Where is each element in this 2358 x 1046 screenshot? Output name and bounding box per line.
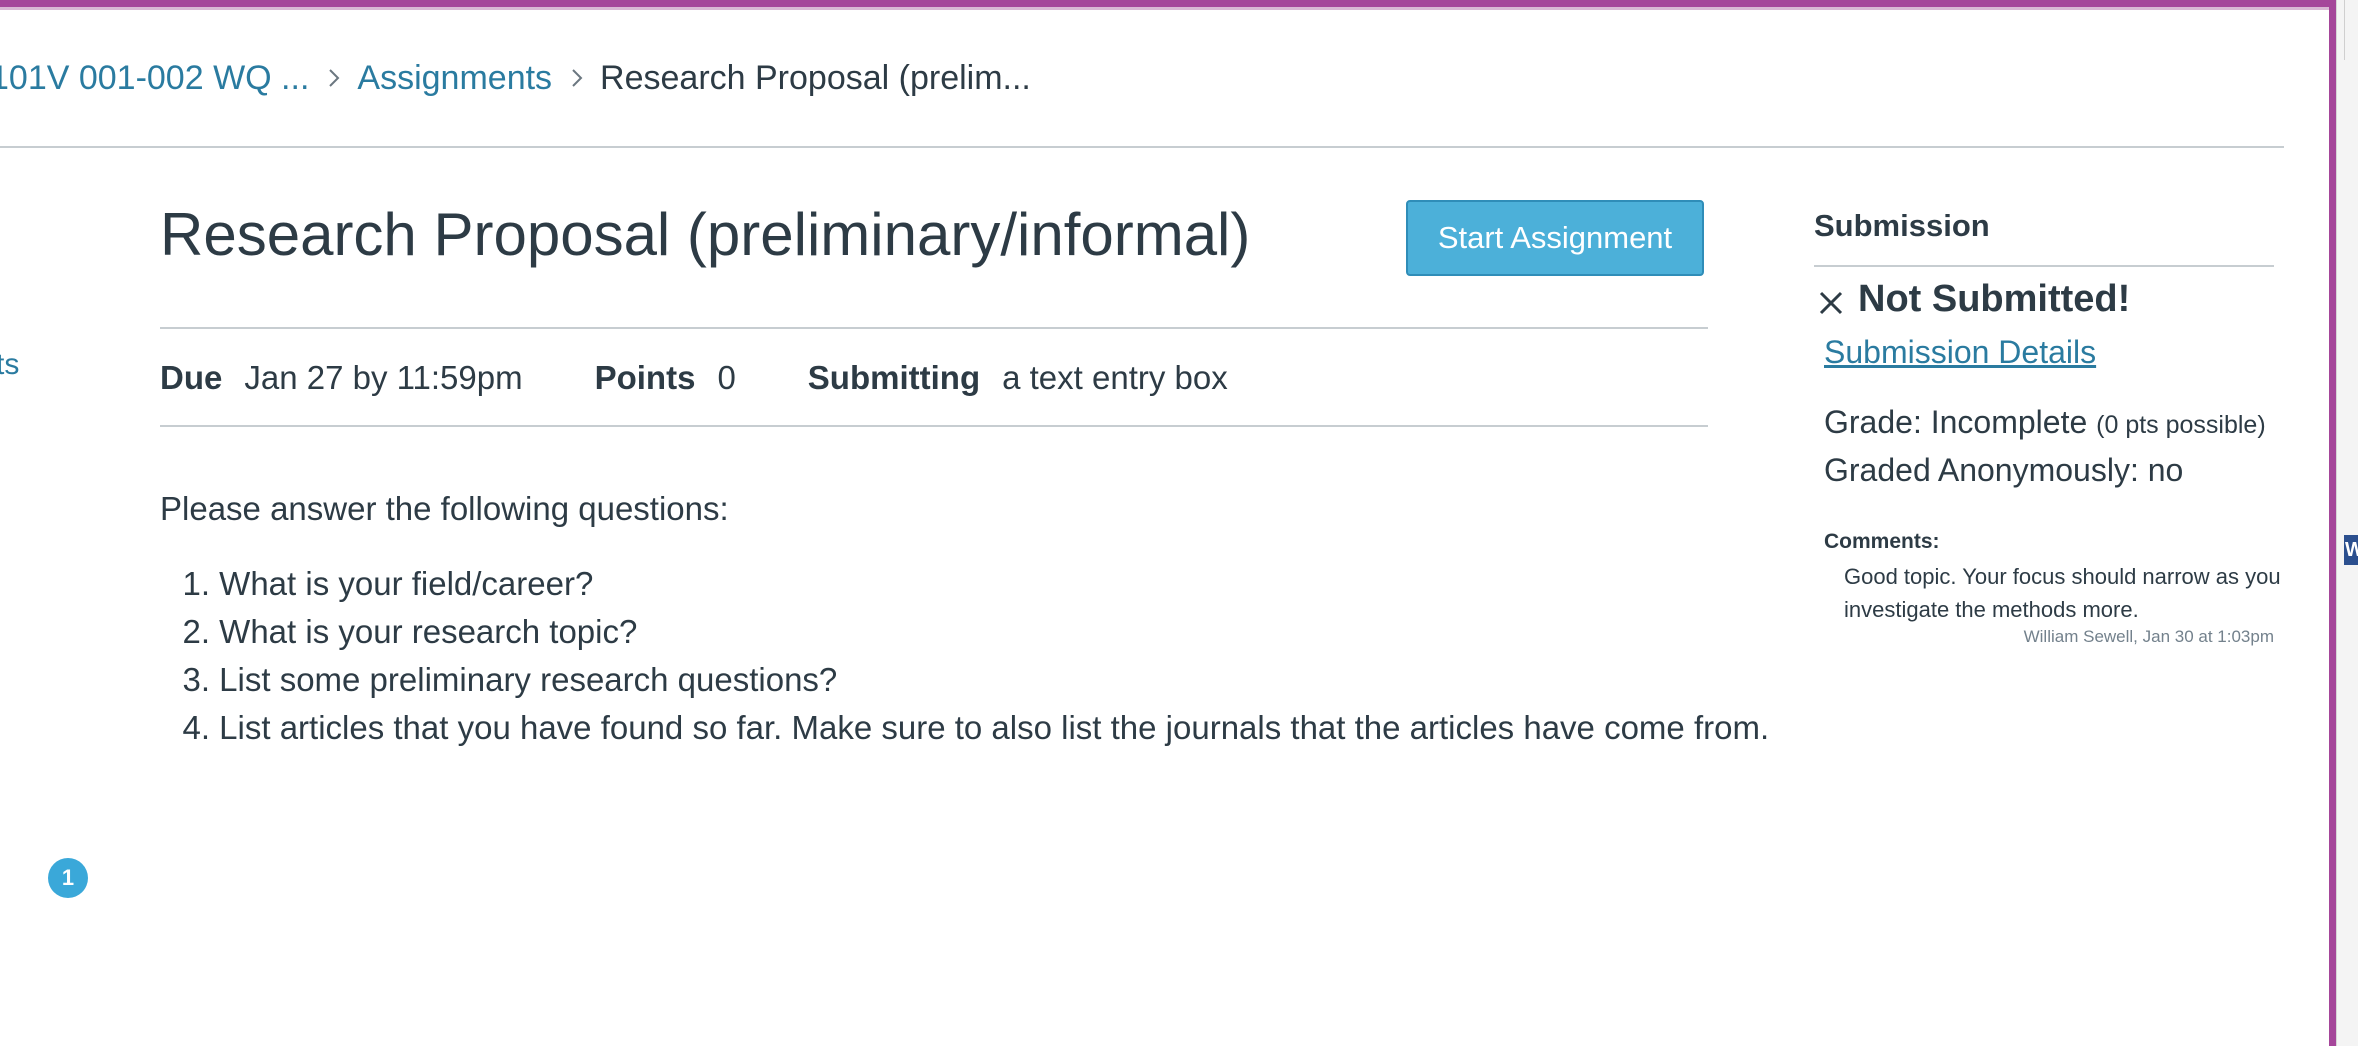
chevron-right-icon	[327, 67, 341, 89]
list-item: 1. What is your field/career?	[160, 560, 1769, 608]
list-item: 3. List some preliminary research questi…	[160, 656, 1769, 704]
list-item: 2. What is your research topic?	[160, 608, 1769, 656]
details-bottom-divider	[160, 425, 1708, 427]
breadcrumb-current: Research Proposal (prelim...	[600, 58, 1031, 97]
list-item-text: What is your field/career?	[219, 565, 594, 602]
gutter-divider	[2344, 0, 2345, 60]
notification-badge[interactable]: 1	[48, 858, 88, 898]
list-item-text: List articles that you have found so far…	[219, 709, 1770, 746]
graded-anonymously: Graded Anonymously: no	[1824, 452, 2184, 488]
list-item-number: 4.	[182, 709, 210, 746]
due-value: Jan 27 by 11:59pm	[244, 359, 523, 396]
details-top-divider	[160, 327, 1708, 329]
window-top-border-highlight	[0, 7, 2336, 10]
breadcrumb-course-link[interactable]: 101V 001-002 WQ ...	[0, 59, 309, 98]
grade-possible: (0 pts possible)	[2096, 411, 2266, 439]
assignment-title: Research Proposal (preliminary/informal)	[160, 201, 1251, 268]
list-item-text: List some preliminary research questions…	[219, 661, 838, 698]
header-divider	[0, 146, 2284, 148]
question-list: 1. What is your field/career? 2. What is…	[160, 560, 1769, 752]
close-icon	[1816, 285, 1846, 315]
course-nav-item-partial[interactable]: ts	[0, 348, 19, 382]
points-value: 0	[717, 359, 736, 396]
list-item-text: What is your research topic?	[219, 613, 638, 650]
submission-divider	[1814, 265, 2274, 267]
breadcrumb-assignments-link[interactable]: Assignments	[357, 59, 552, 98]
comment-text: Good topic. Your focus should narrow as …	[1844, 564, 2281, 622]
submitting-label: Submitting	[807, 359, 981, 396]
list-item-number: 2.	[182, 613, 210, 650]
start-assignment-button[interactable]: Start Assignment	[1406, 200, 1704, 276]
grade-line: Grade: Incomplete (0 pts possible)	[1824, 404, 2266, 441]
app-frame: W 101V 001-002 WQ ... Assignments Resear…	[0, 0, 2358, 1046]
window-right-border	[2329, 0, 2336, 1046]
list-item-number: 1.	[182, 565, 210, 602]
comments-label: Comments:	[1824, 530, 1940, 553]
gutter-app-tab[interactable]: W	[2344, 535, 2358, 565]
points-label: Points	[594, 359, 696, 396]
assignment-details: Due Jan 27 by 11:59pm Points 0 Submittin…	[160, 352, 1300, 404]
list-item-number: 3.	[182, 661, 210, 698]
submission-status-text: Not Submitted!	[1858, 278, 2131, 320]
assignment-instructions: Please answer the following questions:	[160, 490, 729, 527]
submitting-value: a text entry box	[1002, 359, 1228, 396]
right-gutter	[2336, 0, 2358, 1046]
due-label: Due	[160, 359, 223, 396]
submission-heading: Submission	[1814, 208, 1990, 243]
list-item: 4. List articles that you have found so …	[160, 704, 1769, 752]
submission-status: Not Submitted!	[1814, 278, 2130, 321]
breadcrumb: 101V 001-002 WQ ... Assignments Research…	[0, 50, 1031, 106]
comment-meta: William Sewell, Jan 30 at 1:03pm	[2023, 627, 2274, 646]
chevron-right-icon	[570, 67, 584, 89]
submission-details-link[interactable]: Submission Details	[1824, 334, 2096, 371]
grade-text: Grade: Incomplete	[1824, 404, 2088, 440]
